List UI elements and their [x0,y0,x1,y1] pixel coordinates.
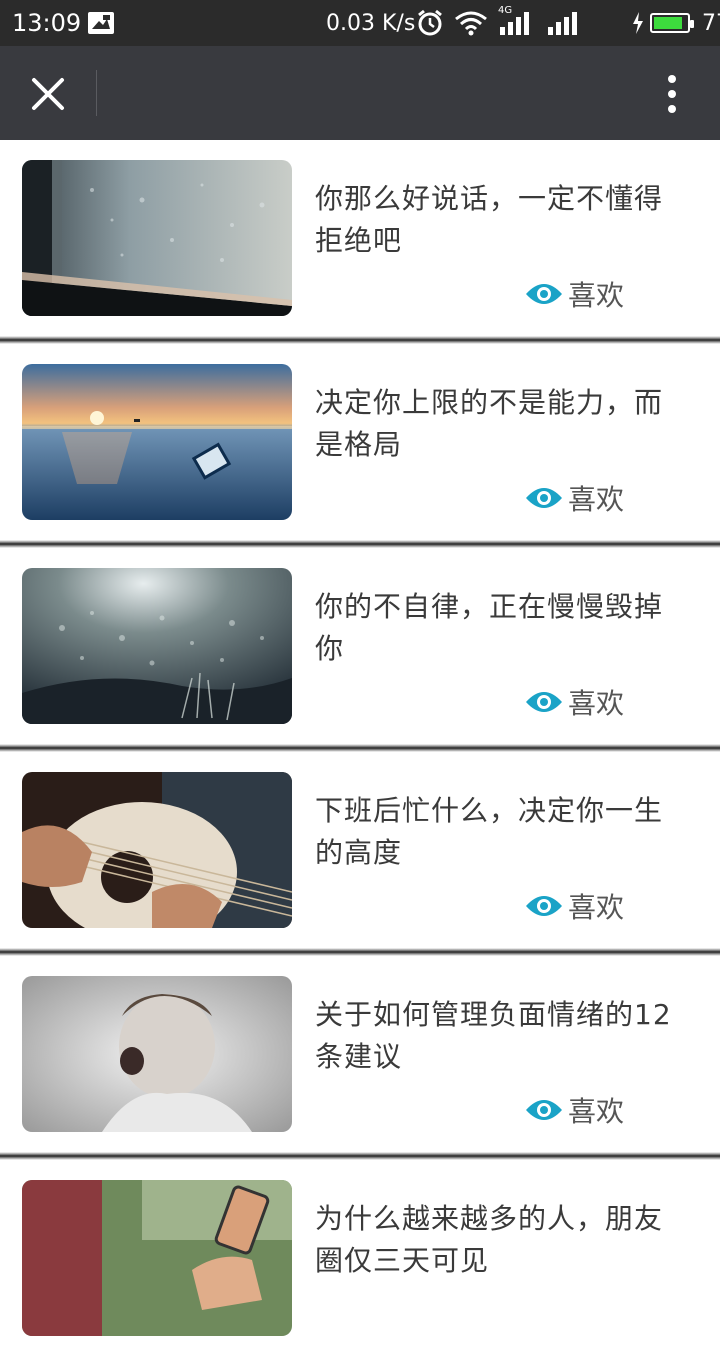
more-button[interactable] [648,68,696,120]
battery-level: 77 [702,10,720,36]
toolbar-divider [96,70,97,116]
article-card[interactable]: 你那么好说话，一定不懂得拒绝吧 喜欢 [0,140,720,344]
article-card[interactable]: 关于如何管理负面情绪的12条建议 喜欢 [0,956,720,1160]
eye-icon [526,488,562,508]
article-card[interactable]: 决定你上限的不是能力，而是格局 喜欢 [0,344,720,548]
eye-icon [526,1100,562,1120]
status-bar: 13:09 0.03 K/s 4G 77 [0,0,720,46]
article-thumbnail-grass-bokeh [22,568,292,724]
top-toolbar [0,46,720,140]
like-button[interactable]: 喜欢 [524,886,624,926]
article-thumbnail-guitar-player [22,772,292,928]
alarm-icon [418,9,442,36]
like-label: 喜欢 [568,891,625,924]
like-label: 喜欢 [568,279,625,312]
eye-icon [526,284,562,304]
battery-group: 77 [632,0,720,46]
article-list: 你那么好说话，一定不懂得拒绝吧 喜欢 决定你上限的不是能力，而是格局 喜欢 你的… [0,140,720,1364]
card-divider [0,336,720,344]
wifi-icon [455,11,487,36]
network-type: 4G [498,5,513,16]
status-time: 13:09 [12,9,82,37]
status-icons: 4G [416,0,582,46]
like-label: 喜欢 [568,1095,625,1128]
article-title[interactable]: 为什么越来越多的人，朋友圈仅三天可见 [315,1198,685,1282]
article-title[interactable]: 你的不自律，正在慢慢毁掉你 [315,586,685,670]
card-divider [0,948,720,956]
charging-icon [633,12,643,34]
article-card[interactable]: 为什么越来越多的人，朋友圈仅三天可见 [0,1160,720,1364]
like-label: 喜欢 [568,483,625,516]
card-divider [0,1152,720,1160]
article-thumbnail-rainy-window [22,160,292,316]
article-thumbnail-phone-in-hand [22,1180,292,1336]
close-icon [32,78,64,110]
article-thumbnail-shouting-boy [22,976,292,1132]
notification-icon [88,0,114,46]
network-speed: 0.03 K/s [326,10,416,36]
article-title[interactable]: 关于如何管理负面情绪的12条建议 [315,994,685,1078]
eye-icon [526,692,562,712]
like-button[interactable]: 喜欢 [524,478,624,518]
more-vertical-icon [668,75,676,113]
card-divider [0,540,720,548]
article-title[interactable]: 你那么好说话，一定不懂得拒绝吧 [315,178,685,262]
card-divider [0,744,720,752]
article-card[interactable]: 你的不自律，正在慢慢毁掉你 喜欢 [0,548,720,752]
eye-icon [526,896,562,916]
like-button[interactable]: 喜欢 [524,682,624,722]
close-button[interactable] [22,68,74,120]
like-button[interactable]: 喜欢 [524,1090,624,1130]
like-label: 喜欢 [568,687,625,720]
article-thumbnail-sunset-sea [22,364,292,520]
signal-icon [548,12,577,35]
article-title[interactable]: 决定你上限的不是能力，而是格局 [315,382,685,466]
signal-icon-4g: 4G [498,5,536,37]
article-title[interactable]: 下班后忙什么，决定你一生的高度 [315,790,685,874]
like-button[interactable]: 喜欢 [524,274,624,314]
article-card[interactable]: 下班后忙什么，决定你一生的高度 喜欢 [0,752,720,956]
battery-icon [650,13,694,33]
